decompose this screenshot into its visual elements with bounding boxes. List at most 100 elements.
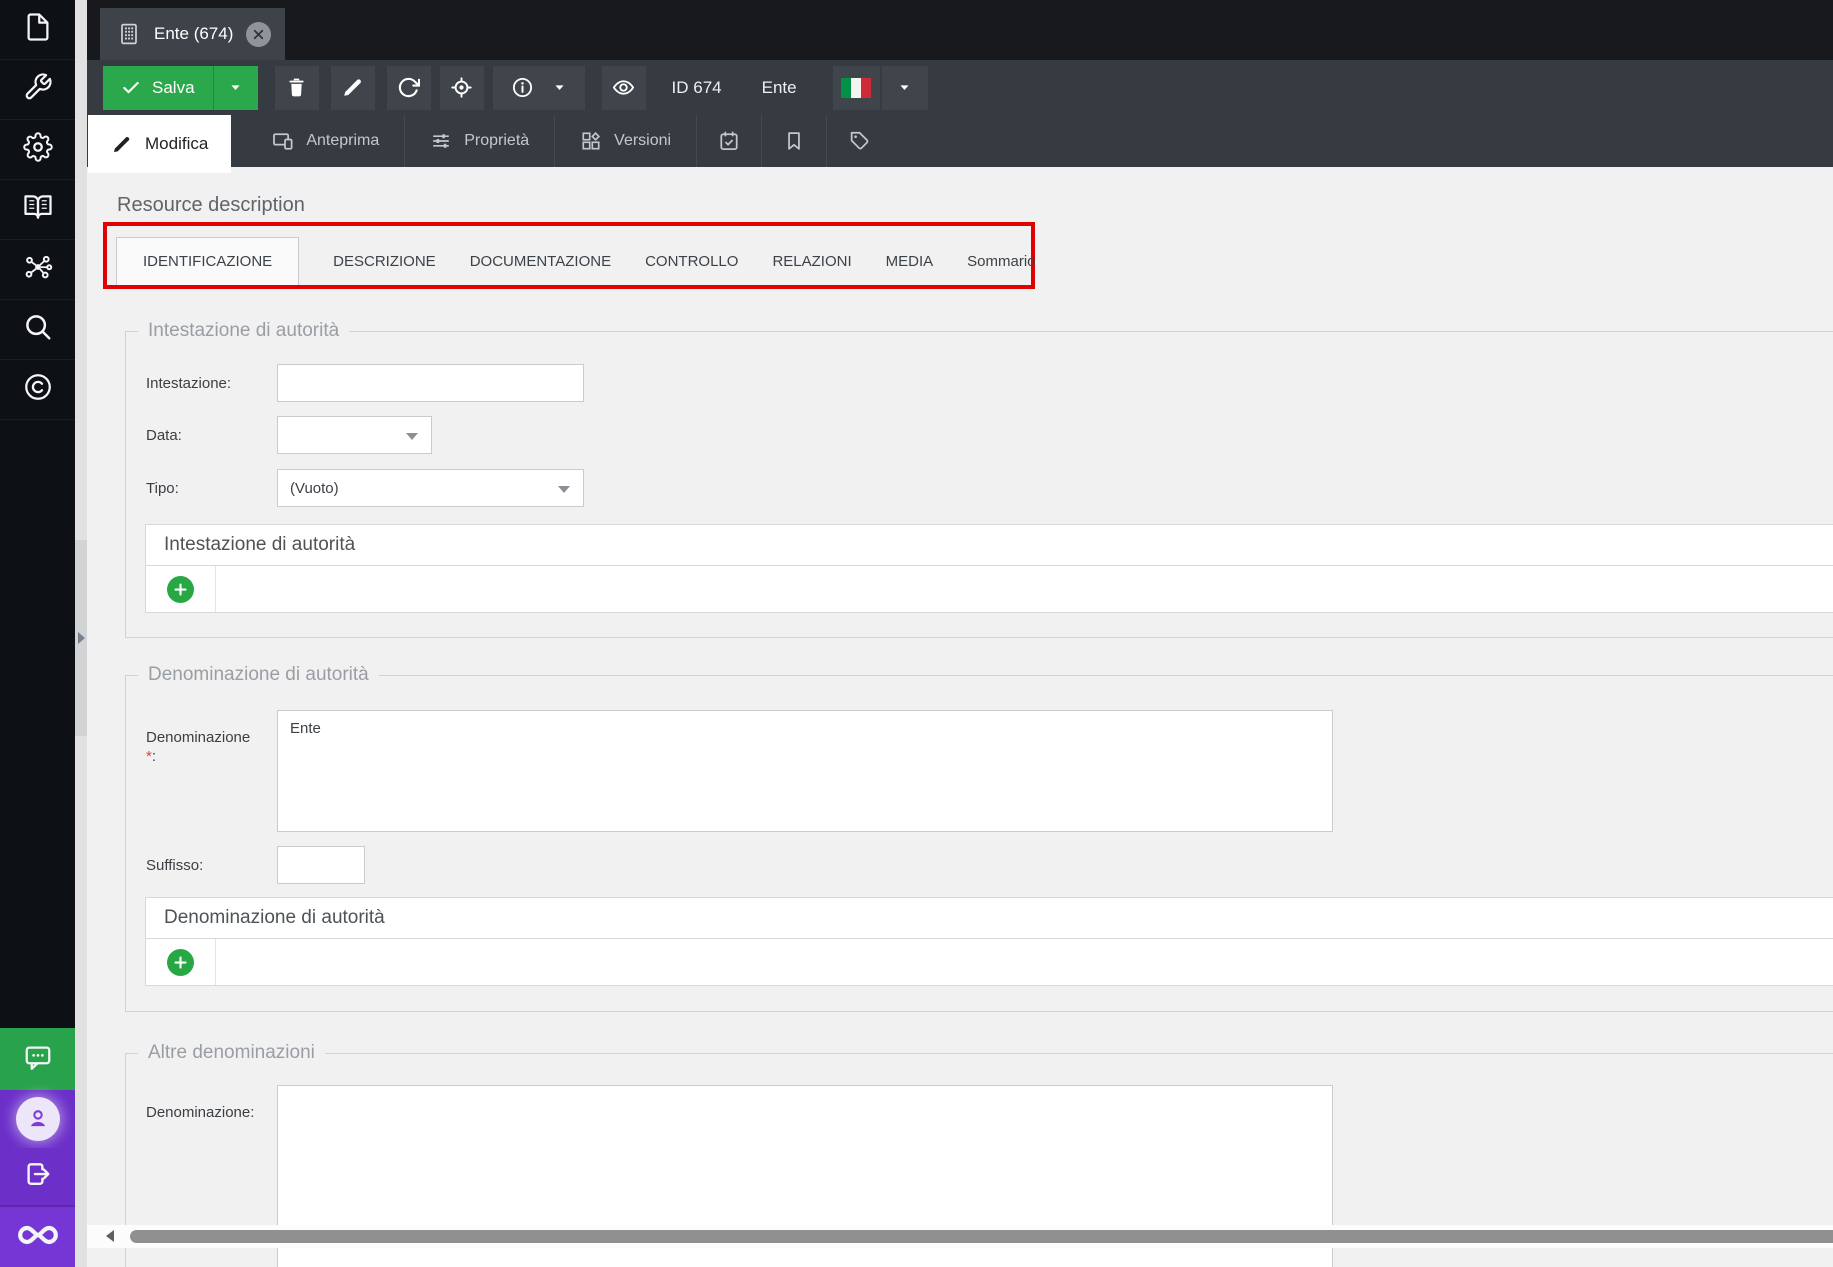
record-edit-panel: Resource description IDENTIFICAZIONE DES… [87,167,1833,1267]
fieldset-legend: Intestazione di autorità [138,320,350,342]
locate-button[interactable] [439,65,484,110]
fieldset-intestazione-di-autorita: Intestazione di autorità Intestazione: D… [125,320,1833,638]
save-options-button[interactable] [212,65,258,110]
check-icon [121,78,141,98]
tab-controllo[interactable]: CONTROLLO [628,237,755,285]
tab-media[interactable]: MEDIA [869,237,951,285]
save-split-button[interactable]: Salva [103,65,258,110]
suffisso-label: Suffisso: [146,856,204,874]
intestazione-input[interactable] [277,364,584,402]
form-row: Data: [146,416,1833,454]
tab-sommario[interactable]: Sommario [950,237,1052,285]
tipo-label: Tipo: [146,479,179,497]
suffisso-input[interactable] [277,846,365,884]
building-icon [117,22,141,46]
tab-modifica-label: Modifica [145,134,209,153]
tab-versioni[interactable]: Versioni [554,115,696,167]
section-tabs-highlight: IDENTIFICAZIONE DESCRIZIONE DOCUMENTAZIO… [103,222,1036,289]
denominazione-repeater-table: Denominazione di autorità [145,897,1833,986]
sidebar-item-chat[interactable] [0,1028,75,1090]
document-icon [23,12,53,47]
sidebar-item-library[interactable] [0,180,75,240]
caret-down-icon [898,81,911,94]
add-cell [146,566,216,612]
sidebar [0,0,75,1267]
gear-icon [23,132,53,167]
record-type: Ente [761,77,797,97]
tipo-select-value: (Vuoto) [290,479,339,497]
scrollbar-thumb[interactable] [130,1230,1833,1243]
info-split-button[interactable] [492,65,585,110]
intestazione-label: Intestazione: [146,374,232,392]
intestazione-repeater-table: Intestazione di autorità [145,524,1833,613]
tab-proprieta[interactable]: Proprietà [404,115,554,167]
sidebar-item-documents[interactable] [0,0,75,60]
tab-anteprima[interactable]: Anteprima [247,115,404,167]
repeater-table-title: Denominazione di autorità [146,898,1833,939]
bookmark-button[interactable] [761,115,826,167]
denominazione-label-text: Denominazione [146,729,251,746]
tab-modifica[interactable]: Modifica [88,115,232,173]
tab-descrizione[interactable]: DESCRIZIONE [316,237,453,285]
add-cell [146,939,216,985]
form-row: Suffisso: [146,846,1833,884]
denominazione-textarea[interactable]: Ente [277,710,1333,832]
visibility-button[interactable] [601,65,646,110]
tab-anteprima-label: Anteprima [306,132,380,149]
edit-button[interactable] [330,65,375,110]
close-tab-button[interactable] [246,21,272,47]
tab-documentazione[interactable]: DOCUMENTAZIONE [453,237,628,285]
sidebar-item-settings[interactable] [0,120,75,180]
data-select[interactable] [277,416,432,454]
search-icon [23,312,53,347]
tag-icon [848,130,870,152]
delete-button[interactable] [274,65,319,110]
denominazione-label: Denominazione *: [146,710,277,832]
sidebar-item-logout[interactable] [0,1148,75,1205]
plus-icon [173,582,188,597]
form-row: Intestazione: [146,364,1833,402]
sidebar-item-search[interactable] [0,300,75,360]
avatar [15,1097,60,1141]
language-flag-button[interactable] [832,65,880,110]
eye-icon [612,76,635,99]
form-row: Denominazione *: Ente [146,710,1833,832]
close-icon [252,28,265,41]
horizontal-scrollbar[interactable] [87,1225,1833,1248]
data-label: Data: [146,426,182,444]
caret-down-icon [229,81,242,94]
app-window: Ente (674) Salva ID 674 Ente Modifica An… [0,0,1833,1267]
panel-collapse-grip[interactable] [75,540,87,736]
app-logo[interactable] [0,1205,75,1267]
wrench-icon [23,72,53,107]
tipo-select[interactable]: (Vuoto) [277,469,584,507]
tab-identificazione[interactable]: IDENTIFICAZIONE [116,237,300,285]
add-row-button[interactable] [167,948,194,976]
sidebar-item-user[interactable] [0,1090,75,1148]
plus-icon [173,955,188,970]
pencil-icon [111,134,132,155]
tab-ente-674[interactable]: Ente (674) [100,8,286,60]
sidebar-resize-handle[interactable] [75,0,87,1267]
calendar-button[interactable] [696,115,761,167]
record-id: ID 674 [671,77,722,97]
sidebar-item-network[interactable] [0,240,75,300]
expand-right-icon [77,632,85,644]
save-button[interactable]: Salva [103,65,213,110]
add-row-button[interactable] [167,575,194,603]
table-row [146,939,1833,985]
repeater-table-title: Intestazione di autorità [146,525,1833,566]
sidebar-item-tools[interactable] [0,60,75,120]
chat-icon [23,1042,53,1077]
tag-button[interactable] [826,115,891,167]
sidebar-item-copyright[interactable] [0,360,75,420]
tab-relazioni[interactable]: RELAZIONI [755,237,868,285]
logout-icon [23,1159,53,1194]
language-caret-button[interactable] [881,65,928,110]
refresh-button[interactable] [386,65,431,110]
infinity-logo-icon [17,1214,59,1261]
calendar-check-icon [718,130,740,152]
devices-icon [272,130,294,152]
scroll-left-icon[interactable] [106,1230,114,1242]
view-mode-nav: Modifica Anteprima Proprietà Versioni [87,115,1833,173]
